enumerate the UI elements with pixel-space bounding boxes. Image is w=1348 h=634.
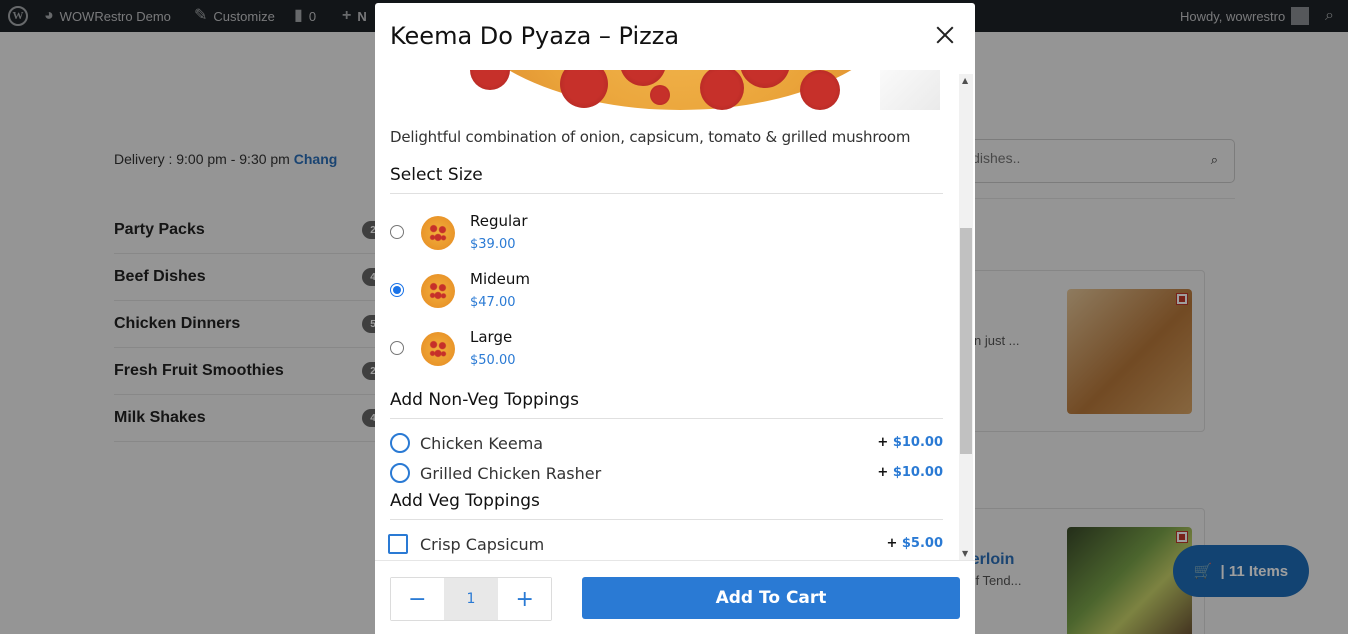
quantity-stepper: − 1 + [390, 577, 552, 621]
price-prefix: + [886, 536, 898, 551]
close-icon[interactable] [935, 25, 955, 45]
divider [390, 418, 943, 419]
product-image [450, 70, 940, 110]
topping-crisp-capsicum[interactable]: Crisp Capsicum + $5.00 [388, 532, 943, 556]
topping-grilled-chicken-rasher[interactable]: Grilled Chicken Rasher + $10.00 [390, 461, 943, 485]
size-option-regular[interactable]: Regular $39.00 [390, 208, 943, 258]
size-price: $47.00 [470, 295, 516, 310]
size-price: $50.00 [470, 353, 516, 368]
product-modal: Keema Do Pyaza – Pizza Delightful combin… [375, 3, 975, 634]
topping-price: + $5.00 [886, 536, 943, 551]
topping-checkbox[interactable] [390, 463, 410, 483]
topping-checkbox[interactable] [390, 433, 410, 453]
topping-chicken-keema[interactable]: Chicken Keema + $10.00 [390, 431, 943, 455]
decrease-quantity-button[interactable]: − [391, 578, 444, 620]
price-value: $10.00 [892, 435, 943, 450]
product-description: Delightful combination of onion, capsicu… [390, 128, 911, 146]
increase-quantity-button[interactable]: + [498, 578, 552, 620]
topping-price: + $10.00 [877, 435, 943, 450]
size-section-title: Select Size [390, 165, 483, 185]
topping-name: Chicken Keema [420, 434, 544, 453]
size-option-large[interactable]: Large $50.00 [390, 324, 943, 374]
scroll-down-icon[interactable]: ▼ [962, 549, 968, 558]
scroll-up-icon[interactable]: ▲ [962, 76, 968, 85]
size-name: Mideum [470, 270, 530, 288]
nonveg-section-title: Add Non-Veg Toppings [390, 390, 579, 410]
size-price: $39.00 [470, 237, 516, 252]
size-option-mideum[interactable]: Mideum $47.00 [390, 266, 943, 316]
pizza-icon [421, 216, 455, 250]
scrollbar-thumb[interactable] [960, 228, 972, 454]
quantity-input[interactable]: 1 [443, 578, 499, 620]
modal-body: Delightful combination of onion, capsicu… [375, 70, 975, 560]
divider [390, 519, 943, 520]
price-prefix: + [877, 435, 889, 450]
pizza-icon [421, 274, 455, 308]
veg-section-title: Add Veg Toppings [390, 491, 540, 511]
topping-name: Grilled Chicken Rasher [420, 464, 602, 483]
topping-checkbox[interactable] [388, 534, 408, 554]
add-to-cart-button[interactable]: Add To Cart [582, 577, 960, 619]
price-value: $5.00 [901, 536, 943, 551]
modal-title: Keema Do Pyaza – Pizza [390, 22, 680, 50]
price-prefix: + [877, 465, 889, 480]
modal-footer: − 1 + Add To Cart [375, 560, 975, 634]
pizza-icon [421, 332, 455, 366]
modal-scrollbar[interactable]: ▲ ▼ [959, 74, 973, 560]
topping-price: + $10.00 [877, 465, 943, 480]
topping-name: Crisp Capsicum [420, 535, 545, 554]
price-value: $10.00 [892, 465, 943, 480]
divider [390, 193, 943, 194]
size-radio[interactable] [390, 225, 404, 239]
size-radio[interactable] [390, 283, 404, 297]
size-name: Regular [470, 212, 528, 230]
size-radio[interactable] [390, 341, 404, 355]
size-name: Large [470, 328, 513, 346]
